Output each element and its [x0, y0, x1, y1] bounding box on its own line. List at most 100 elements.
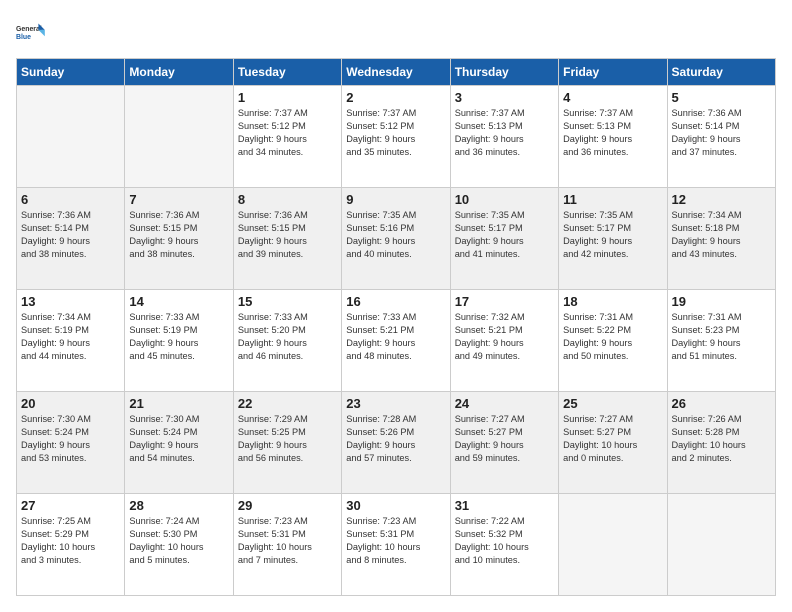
cell-info: Sunrise: 7:23 AM Sunset: 5:31 PM Dayligh… — [346, 515, 445, 567]
day-header-friday: Friday — [559, 59, 667, 86]
cell-info: Sunrise: 7:37 AM Sunset: 5:13 PM Dayligh… — [455, 107, 554, 159]
cell-info: Sunrise: 7:34 AM Sunset: 5:19 PM Dayligh… — [21, 311, 120, 363]
cell-info: Sunrise: 7:37 AM Sunset: 5:12 PM Dayligh… — [238, 107, 337, 159]
day-number: 8 — [238, 192, 337, 207]
calendar-week-row: 13 Sunrise: 7:34 AM Sunset: 5:19 PM Dayli… — [17, 290, 776, 392]
calendar-cell: 15Sunrise: 7:33 AM Sunset: 5:20 PM Dayli… — [233, 290, 341, 392]
day-number: 25 — [563, 396, 662, 411]
calendar-cell: 21Sunrise: 7:30 AM Sunset: 5:24 PM Dayli… — [125, 392, 233, 494]
calendar-cell: 24Sunrise: 7:27 AM Sunset: 5:27 PM Dayli… — [450, 392, 558, 494]
calendar-cell: 19 Sunrise: 7:31 AM Sunset: 5:23 PM Dayli… — [667, 290, 775, 392]
cell-info: Sunrise: 7:28 AM Sunset: 5:26 PM Dayligh… — [346, 413, 445, 465]
calendar-cell: 31 Sunrise: 7:22 AM Sunset: 5:32 PM Dayli… — [450, 494, 558, 596]
calendar-cell: 6 Sunrise: 7:36 AM Sunset: 5:14 PM Daylig… — [17, 188, 125, 290]
day-number: 13 — [21, 294, 120, 309]
calendar-cell: 4Sunrise: 7:37 AM Sunset: 5:13 PM Daylig… — [559, 86, 667, 188]
calendar-cell: 22 Sunrise: 7:29 AM Sunset: 5:25 PM Dayli… — [233, 392, 341, 494]
cell-info: Sunrise: 7:36 AM Sunset: 5:15 PM Dayligh… — [129, 209, 228, 261]
header: GeneralBlue — [16, 16, 776, 48]
calendar-cell: 29 Sunrise: 7:23 AM Sunset: 5:31 PM Dayli… — [233, 494, 341, 596]
day-number: 14 — [129, 294, 228, 309]
day-header-monday: Monday — [125, 59, 233, 86]
day-header-tuesday: Tuesday — [233, 59, 341, 86]
cell-info: Sunrise: 7:26 AM Sunset: 5:28 PM Dayligh… — [672, 413, 771, 465]
cell-info: Sunrise: 7:34 AM Sunset: 5:18 PM Dayligh… — [672, 209, 771, 261]
cell-info: Sunrise: 7:35 AM Sunset: 5:16 PM Dayligh… — [346, 209, 445, 261]
cell-info: Sunrise: 7:37 AM Sunset: 5:12 PM Dayligh… — [346, 107, 445, 159]
day-number: 31 — [455, 498, 554, 513]
day-number: 20 — [21, 396, 120, 411]
calendar-cell: 1 Sunrise: 7:37 AM Sunset: 5:12 PM Daylig… — [233, 86, 341, 188]
day-number: 29 — [238, 498, 337, 513]
calendar-cell: 16 Sunrise: 7:33 AM Sunset: 5:21 PM Dayli… — [342, 290, 450, 392]
day-number: 9 — [346, 192, 445, 207]
calendar-cell: 30 Sunrise: 7:23 AM Sunset: 5:31 PM Dayli… — [342, 494, 450, 596]
calendar-cell — [667, 494, 775, 596]
calendar-cell: 7 Sunrise: 7:36 AM Sunset: 5:15 PM Daylig… — [125, 188, 233, 290]
day-number: 19 — [672, 294, 771, 309]
day-number: 18 — [563, 294, 662, 309]
day-number: 12 — [672, 192, 771, 207]
calendar-cell: 10Sunrise: 7:35 AM Sunset: 5:17 PM Dayli… — [450, 188, 558, 290]
day-number: 16 — [346, 294, 445, 309]
calendar-cell — [17, 86, 125, 188]
day-number: 7 — [129, 192, 228, 207]
day-header-wednesday: Wednesday — [342, 59, 450, 86]
calendar-week-row: 6 Sunrise: 7:36 AM Sunset: 5:14 PM Daylig… — [17, 188, 776, 290]
calendar-week-row: 27 Sunrise: 7:25 AM Sunset: 5:29 PM Dayli… — [17, 494, 776, 596]
day-number: 3 — [455, 90, 554, 105]
day-header-thursday: Thursday — [450, 59, 558, 86]
day-number: 1 — [238, 90, 337, 105]
day-number: 28 — [129, 498, 228, 513]
day-number: 30 — [346, 498, 445, 513]
cell-info: Sunrise: 7:36 AM Sunset: 5:15 PM Dayligh… — [238, 209, 337, 261]
cell-info: Sunrise: 7:33 AM Sunset: 5:19 PM Dayligh… — [129, 311, 228, 363]
calendar-cell: 28 Sunrise: 7:24 AM Sunset: 5:30 PM Dayli… — [125, 494, 233, 596]
cell-info: Sunrise: 7:25 AM Sunset: 5:29 PM Dayligh… — [21, 515, 120, 567]
day-header-sunday: Sunday — [17, 59, 125, 86]
day-number: 22 — [238, 396, 337, 411]
day-number: 27 — [21, 498, 120, 513]
cell-info: Sunrise: 7:36 AM Sunset: 5:14 PM Dayligh… — [21, 209, 120, 261]
svg-text:Blue: Blue — [16, 34, 31, 41]
calendar-cell: 12 Sunrise: 7:34 AM Sunset: 5:18 PM Dayli… — [667, 188, 775, 290]
calendar-cell: 27 Sunrise: 7:25 AM Sunset: 5:29 PM Dayli… — [17, 494, 125, 596]
calendar-cell: 9 Sunrise: 7:35 AM Sunset: 5:16 PM Daylig… — [342, 188, 450, 290]
calendar-week-row: 20 Sunrise: 7:30 AM Sunset: 5:24 PM Dayli… — [17, 392, 776, 494]
cell-info: Sunrise: 7:27 AM Sunset: 5:27 PM Dayligh… — [563, 413, 662, 465]
calendar-cell: 25 Sunrise: 7:27 AM Sunset: 5:27 PM Dayli… — [559, 392, 667, 494]
day-number: 2 — [346, 90, 445, 105]
cell-info: Sunrise: 7:29 AM Sunset: 5:25 PM Dayligh… — [238, 413, 337, 465]
svg-text:General: General — [16, 26, 42, 33]
cell-info: Sunrise: 7:31 AM Sunset: 5:22 PM Dayligh… — [563, 311, 662, 363]
calendar-cell: 18 Sunrise: 7:31 AM Sunset: 5:22 PM Dayli… — [559, 290, 667, 392]
calendar-cell: 23Sunrise: 7:28 AM Sunset: 5:26 PM Dayli… — [342, 392, 450, 494]
day-number: 24 — [455, 396, 554, 411]
calendar-cell: 3 Sunrise: 7:37 AM Sunset: 5:13 PM Daylig… — [450, 86, 558, 188]
calendar-table: SundayMondayTuesdayWednesdayThursdayFrid… — [16, 58, 776, 596]
day-number: 11 — [563, 192, 662, 207]
day-number: 17 — [455, 294, 554, 309]
calendar-cell: 17 Sunrise: 7:32 AM Sunset: 5:21 PM Dayli… — [450, 290, 558, 392]
day-number: 6 — [21, 192, 120, 207]
calendar-cell — [125, 86, 233, 188]
calendar-cell: 2 Sunrise: 7:37 AM Sunset: 5:12 PM Daylig… — [342, 86, 450, 188]
cell-info: Sunrise: 7:30 AM Sunset: 5:24 PM Dayligh… — [129, 413, 228, 465]
day-header-saturday: Saturday — [667, 59, 775, 86]
day-number: 4 — [563, 90, 662, 105]
day-number: 10 — [455, 192, 554, 207]
cell-info: Sunrise: 7:22 AM Sunset: 5:32 PM Dayligh… — [455, 515, 554, 567]
cell-info: Sunrise: 7:31 AM Sunset: 5:23 PM Dayligh… — [672, 311, 771, 363]
cell-info: Sunrise: 7:32 AM Sunset: 5:21 PM Dayligh… — [455, 311, 554, 363]
calendar-cell: 26 Sunrise: 7:26 AM Sunset: 5:28 PM Dayli… — [667, 392, 775, 494]
day-number: 15 — [238, 294, 337, 309]
calendar-header-row: SundayMondayTuesdayWednesdayThursdayFrid… — [17, 59, 776, 86]
cell-info: Sunrise: 7:30 AM Sunset: 5:24 PM Dayligh… — [21, 413, 120, 465]
cell-info: Sunrise: 7:33 AM Sunset: 5:21 PM Dayligh… — [346, 311, 445, 363]
cell-info: Sunrise: 7:23 AM Sunset: 5:31 PM Dayligh… — [238, 515, 337, 567]
cell-info: Sunrise: 7:35 AM Sunset: 5:17 PM Dayligh… — [563, 209, 662, 261]
cell-info: Sunrise: 7:24 AM Sunset: 5:30 PM Dayligh… — [129, 515, 228, 567]
day-number: 26 — [672, 396, 771, 411]
calendar-cell: 5Sunrise: 7:36 AM Sunset: 5:14 PM Daylig… — [667, 86, 775, 188]
cell-info: Sunrise: 7:36 AM Sunset: 5:14 PM Dayligh… — [672, 107, 771, 159]
